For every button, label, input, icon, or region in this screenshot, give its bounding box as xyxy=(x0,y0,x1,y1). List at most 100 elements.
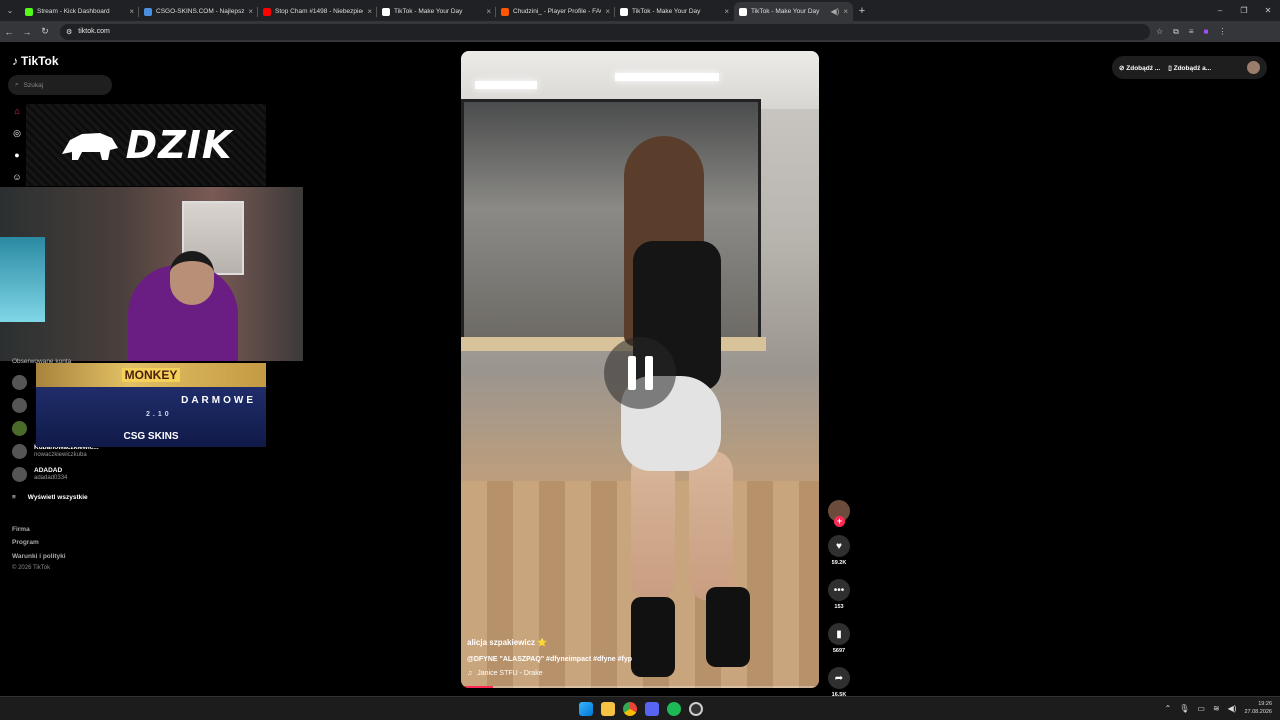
extensions-icon[interactable]: ⧉ xyxy=(1173,27,1179,37)
tab-7-active[interactable]: TikTok - Make Your Day ◀) × xyxy=(734,2,853,21)
followed-account[interactable]: ADADAD adadad0334 xyxy=(12,467,67,482)
home-icon[interactable]: ⌂ xyxy=(12,106,22,116)
get-app-button[interactable]: ▯ Zdobądź a... xyxy=(1168,64,1211,72)
back-button[interactable]: ← xyxy=(0,27,18,37)
wifi-icon[interactable]: ≋ xyxy=(1213,704,1220,713)
video-music[interactable]: ♫ Janice STFU - Drake xyxy=(467,670,543,677)
obs-icon[interactable] xyxy=(689,702,703,716)
show-all-button[interactable]: ≡ Wyświetl wszystkie xyxy=(12,494,88,501)
save-button[interactable]: ▮ xyxy=(828,623,850,645)
network-icon[interactable]: ▭ xyxy=(1197,704,1205,713)
close-icon[interactable]: × xyxy=(248,7,253,16)
spotify-icon[interactable] xyxy=(667,702,681,716)
chrome-icon[interactable] xyxy=(623,702,637,716)
video-progress-bar[interactable] xyxy=(461,686,819,688)
video-ceiling-light xyxy=(475,81,537,89)
webcam-overlay xyxy=(0,187,303,361)
tiktok-note-icon: ♪ xyxy=(12,54,18,68)
boar-logo-icon xyxy=(61,133,118,160)
followed-account[interactable] xyxy=(12,421,27,436)
share-button[interactable]: ➦ xyxy=(828,667,850,689)
webcam-streamer-head xyxy=(170,251,214,305)
close-icon[interactable]: × xyxy=(367,7,372,16)
video-person-leg xyxy=(631,451,675,601)
close-icon[interactable]: × xyxy=(843,7,848,16)
tab-1[interactable]: Stream - Kick Dashboard × xyxy=(20,2,139,21)
tiktok-icon xyxy=(739,7,747,16)
close-window-button[interactable]: ✕ xyxy=(1256,0,1280,21)
close-icon[interactable]: × xyxy=(605,7,610,16)
faceit-icon xyxy=(501,7,509,16)
footer-link-program[interactable]: Program xyxy=(12,539,39,546)
tiktok-icon xyxy=(620,7,628,16)
heart-icon: ♥ xyxy=(836,540,842,552)
browser-toolbar: ← → ↻ ⚙ tiktok.com ☆ ⧉ ≡ ■ ⋮ xyxy=(0,21,1280,42)
footer-link-company[interactable]: Firma xyxy=(12,526,30,533)
avatar xyxy=(12,375,27,390)
maximize-button[interactable]: ❐ xyxy=(1232,0,1256,21)
volume-icon[interactable]: ◀) xyxy=(1228,704,1237,713)
clock[interactable]: 19:26 27.08.2026 xyxy=(1244,700,1272,716)
follow-plus-icon[interactable]: + xyxy=(834,516,845,527)
tab-search-icon[interactable]: ⌄ xyxy=(0,0,20,21)
explore-icon[interactable]: ◎ xyxy=(12,128,22,138)
audio-icon[interactable]: ◀) xyxy=(831,7,840,16)
address-bar[interactable]: ⚙ tiktok.com xyxy=(60,23,1150,40)
followed-account[interactable] xyxy=(12,398,27,413)
live-icon[interactable]: ● xyxy=(12,150,22,160)
minimize-button[interactable]: – xyxy=(1208,0,1232,21)
top-right-bar: ⊘ Zdobądź ... ▯ Zdobądź a... xyxy=(1112,56,1267,79)
following-icon[interactable]: ☺ xyxy=(12,172,22,182)
menu-icon[interactable]: ⋮ xyxy=(1218,27,1226,37)
window-controls: – ❐ ✕ xyxy=(1208,0,1280,21)
music-note-icon: ♫ xyxy=(467,670,473,677)
tab-4[interactable]: TikTok - Make Your Day × xyxy=(377,2,496,21)
video-caption[interactable]: @DFYNE "ALASZPAQ" #dfyneimpact #dfyne #f… xyxy=(467,656,632,663)
creator-avatar[interactable]: + xyxy=(828,500,850,527)
tab-3[interactable]: Stop Cham #1498 - Niebezpiec × xyxy=(258,2,377,21)
close-icon[interactable]: × xyxy=(129,7,134,16)
like-count: 59.2K xyxy=(831,560,847,566)
new-tab-button[interactable]: + xyxy=(853,5,871,17)
youtube-icon xyxy=(263,7,271,16)
user-avatar[interactable] xyxy=(1247,61,1260,74)
profile-icon[interactable]: ■ xyxy=(1204,27,1209,37)
system-tray: ⌃ 🎙 ▭ ≋ ◀) 19:26 27.08.2026 xyxy=(1165,700,1272,716)
chevron-up-icon[interactable]: ⌃ xyxy=(1165,704,1172,713)
copyright: © 2026 TikTok xyxy=(12,565,51,571)
pause-button[interactable] xyxy=(604,337,676,409)
comment-count: 153 xyxy=(834,604,844,610)
close-icon[interactable]: × xyxy=(486,7,491,16)
csgo-skins-icon xyxy=(144,7,152,16)
list-icon: ≡ xyxy=(12,494,16,501)
like-button[interactable]: ♥ xyxy=(828,535,850,557)
discord-icon[interactable] xyxy=(645,702,659,716)
video-player[interactable]: alicja szpakiewicz ⭐ @DFYNE "ALASZPAQ" #… xyxy=(461,51,819,688)
followed-account[interactable] xyxy=(12,375,27,390)
close-icon[interactable]: × xyxy=(724,7,729,16)
reload-button[interactable]: ↻ xyxy=(36,26,54,37)
video-author[interactable]: alicja szpakiewicz ⭐ xyxy=(467,638,547,647)
site-info-icon[interactable]: ⚙ xyxy=(66,28,72,36)
search-input[interactable]: ⌕ Szukaj xyxy=(8,75,112,95)
avatar xyxy=(12,398,27,413)
file-explorer-icon[interactable] xyxy=(601,702,615,716)
tab-5[interactable]: Chudzini_ - Player Profile - FAC × xyxy=(496,2,615,21)
browser-tab-bar: ⌄ Stream - Kick Dashboard × CSGO-SKINS.CO… xyxy=(0,0,1280,21)
dzik-overlay: DZIK xyxy=(26,104,266,186)
forward-button[interactable]: → xyxy=(18,27,36,37)
tiktok-logo[interactable]: ♪ TikTok xyxy=(12,54,59,68)
footer-link-terms[interactable]: Warunki i polityki xyxy=(12,553,66,560)
media-control-icon[interactable]: ≡ xyxy=(1189,27,1194,37)
mic-icon[interactable]: 🎙 xyxy=(1179,704,1189,713)
windows-start-icon[interactable] xyxy=(579,702,593,716)
comment-button[interactable]: ••• xyxy=(828,579,850,601)
get-coins-button[interactable]: ⊘ Zdobądź ... xyxy=(1119,64,1160,72)
bookmark-star-icon[interactable]: ☆ xyxy=(1156,27,1163,37)
comment-icon: ••• xyxy=(833,584,845,596)
tab-6[interactable]: TikTok - Make Your Day × xyxy=(615,2,734,21)
tiktok-page: ♪ TikTok ⌕ Szukaj ⌂ ◎ ● ☺ DZIK Obserwowane… xyxy=(0,42,1280,698)
tab-2[interactable]: CSGO-SKINS.COM - Najlepsze × xyxy=(139,2,258,21)
share-icon: ➦ xyxy=(834,672,844,684)
csgo-skins-ad-overlay: MONKEY DARMOWE 2.10 CSG SKINS xyxy=(36,363,266,447)
